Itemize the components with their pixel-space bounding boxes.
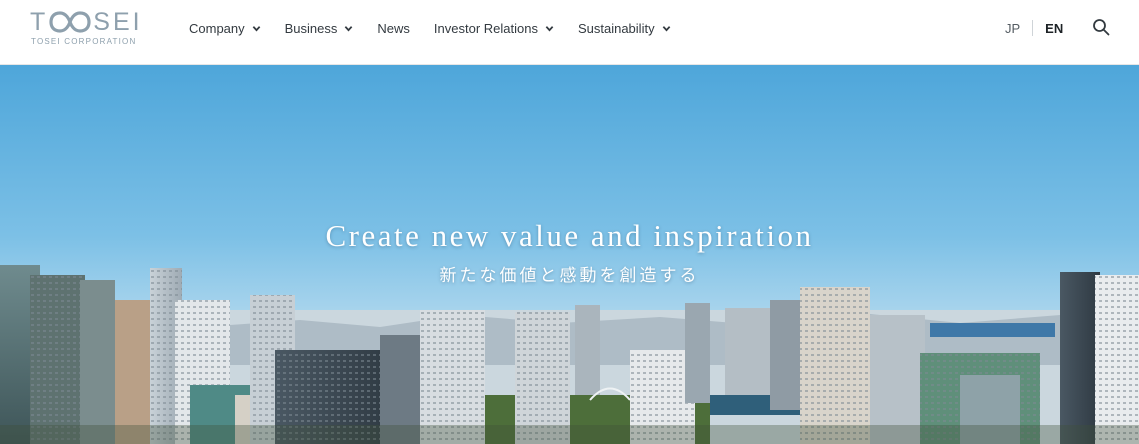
chevron-down-icon xyxy=(252,25,260,31)
chevron-down-icon xyxy=(545,25,554,31)
hero-banner: Create new value and inspiration 新たな価値と感… xyxy=(0,65,1139,444)
lang-en-link[interactable]: EN xyxy=(1045,21,1063,36)
logo-letter-t: T xyxy=(30,8,49,36)
nav-item-label: Company xyxy=(189,20,245,36)
nav-item-sustainability[interactable]: Sustainability xyxy=(578,21,671,36)
nav-item-label: News xyxy=(377,20,410,36)
hero-subtitle: 新たな価値と感動を創造する xyxy=(439,266,700,286)
nav-item-investor-relations[interactable]: Investor Relations xyxy=(434,21,554,36)
nav-item-news[interactable]: News xyxy=(377,21,410,36)
main-nav: Company Business News Investor Relations… xyxy=(189,18,695,38)
logo-subtitle: TOSEI CORPORATION xyxy=(31,37,137,46)
nav-item-label: Sustainability xyxy=(577,20,655,36)
nav-item-label: Business xyxy=(284,20,338,36)
nav-item-company[interactable]: Company xyxy=(189,21,261,36)
lang-divider xyxy=(1032,20,1034,36)
chevron-down-icon xyxy=(662,25,670,31)
site-header: T SEI TOSEI CORPORATION Company Business… xyxy=(0,0,1139,65)
nav-item-label: Investor Relations xyxy=(433,20,538,36)
logo-mark: T SEI xyxy=(30,8,143,36)
tosei-logo[interactable]: T SEI TOSEI CORPORATION xyxy=(30,8,142,48)
logo-letters-sei: SEI xyxy=(93,8,143,36)
city-skyline-image xyxy=(0,65,1139,444)
lang-jp-link[interactable]: JP xyxy=(1005,21,1020,36)
chevron-down-icon xyxy=(345,25,353,31)
language-switcher: JP EN xyxy=(1005,18,1063,38)
nav-item-business[interactable]: Business xyxy=(285,21,354,36)
search-icon[interactable] xyxy=(1092,18,1110,36)
logo-infinity-icon xyxy=(49,11,91,33)
hero-title: Create new value and inspiration xyxy=(325,218,814,253)
